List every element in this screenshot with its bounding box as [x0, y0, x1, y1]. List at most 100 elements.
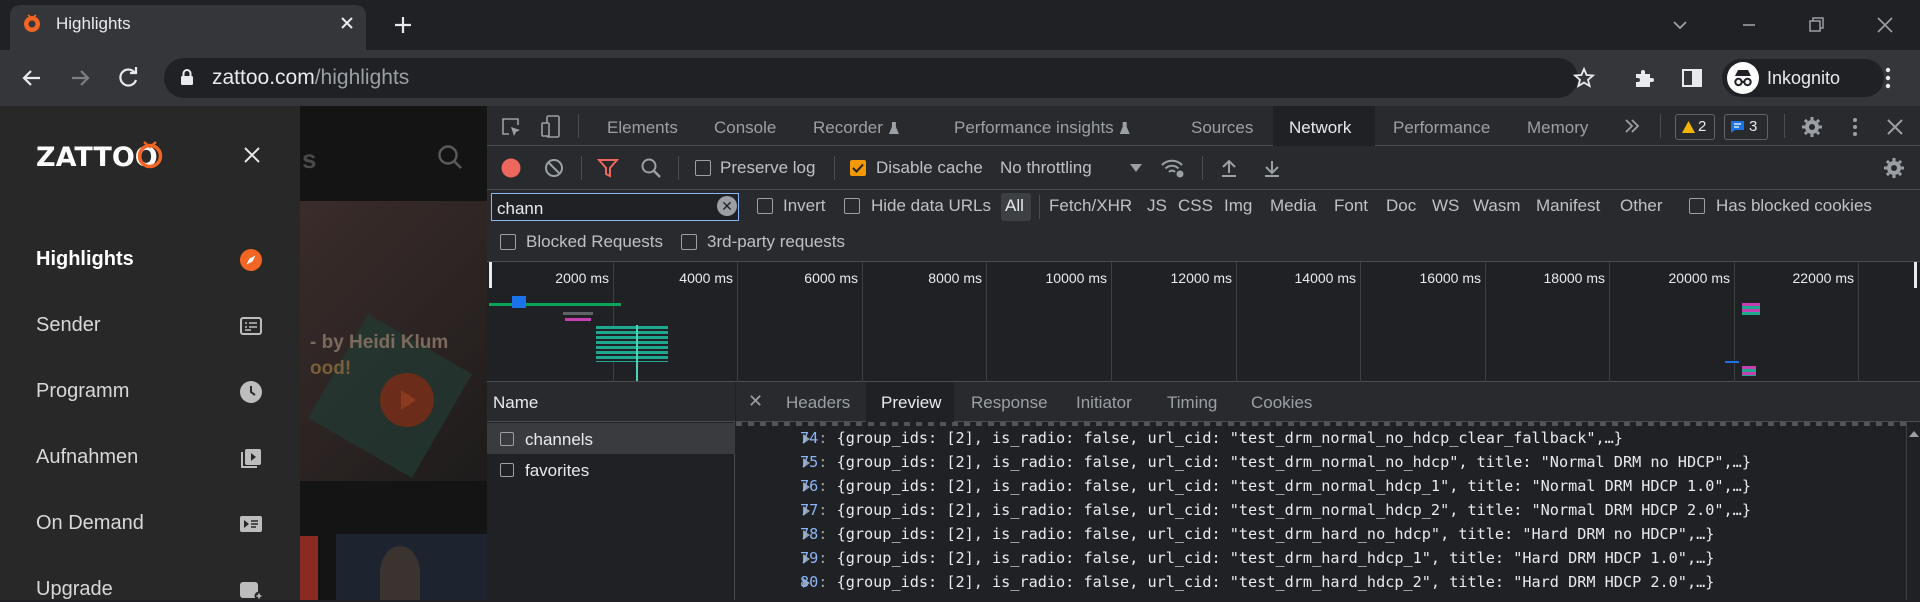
minimize-icon[interactable]	[1734, 10, 1764, 40]
new-tab-icon[interactable]	[391, 13, 415, 37]
overview-left-handle[interactable]	[489, 262, 492, 288]
experiment-flask-icon	[1119, 122, 1130, 134]
filter-type-css[interactable]: CSS	[1178, 196, 1213, 216]
dropdown-arrow-icon[interactable]	[1130, 163, 1142, 173]
request-row-channels[interactable]: channels	[525, 430, 593, 450]
hide-data-urls-checkbox[interactable]	[844, 198, 860, 214]
throttling-select[interactable]: No throttling	[1000, 158, 1092, 178]
filter-type-wasm[interactable]: Wasm	[1473, 196, 1521, 216]
messages-badge[interactable]: 3	[1724, 114, 1768, 140]
extensions-puzzle-icon[interactable]	[1632, 66, 1656, 90]
nav-item-upgrade[interactable]: Upgrade	[36, 578, 113, 601]
nav-item-aufnahmen[interactable]: Aufnahmen	[36, 446, 138, 469]
device-toolbar-icon[interactable]	[540, 114, 562, 140]
clear-icon[interactable]	[543, 157, 565, 179]
invert-checkbox[interactable]	[757, 198, 773, 214]
preview-row[interactable]: 76: {group_ids: [2], is_radio: false, ur…	[800, 477, 1751, 495]
filter-type-ws[interactable]: WS	[1432, 196, 1459, 216]
settings-gear-icon[interactable]	[1800, 115, 1824, 139]
inspect-element-icon[interactable]	[500, 116, 522, 138]
filter-type-other[interactable]: Other	[1620, 196, 1663, 216]
detail-tab-response[interactable]: Response	[971, 393, 1048, 413]
disable-cache-checkbox[interactable]	[850, 160, 866, 176]
detail-tab-preview[interactable]: Preview	[881, 393, 941, 413]
restore-icon[interactable]	[1801, 10, 1831, 40]
close-drawer-icon[interactable]	[241, 144, 263, 166]
filter-type-doc[interactable]: Doc	[1386, 196, 1416, 216]
filter-funnel-icon[interactable]	[597, 157, 619, 179]
tab-performance-insights[interactable]: Performance insights	[954, 118, 1130, 138]
detail-tab-cookies[interactable]: Cookies	[1251, 393, 1312, 413]
bookmark-star-icon[interactable]	[1572, 66, 1596, 90]
warnings-badge[interactable]: 2	[1675, 114, 1715, 140]
recordings-icon	[239, 446, 263, 470]
play-button[interactable]	[380, 373, 434, 427]
grid-line	[1609, 262, 1610, 382]
search-network-icon[interactable]	[640, 157, 662, 179]
lock-icon[interactable]	[180, 68, 194, 86]
third-party-checkbox[interactable]	[681, 234, 697, 250]
more-tabs-icon[interactable]	[1622, 116, 1642, 136]
preview-row[interactable]: 75: {group_ids: [2], is_radio: false, ur…	[800, 453, 1751, 471]
preview-row[interactable]: 74: {group_ids: [2], is_radio: false, ur…	[800, 429, 1623, 447]
preserve-log-checkbox[interactable]	[695, 160, 711, 176]
clear-filter-icon[interactable]: ✕	[717, 196, 737, 216]
filter-type-manifest[interactable]: Manifest	[1536, 196, 1600, 216]
filter-type-all[interactable]: All	[1005, 196, 1024, 216]
back-icon[interactable]	[18, 64, 46, 92]
detail-tab-initiator[interactable]: Initiator	[1076, 393, 1132, 413]
network-settings-gear-icon[interactable]	[1882, 156, 1906, 180]
tab-memory[interactable]: Memory	[1527, 118, 1588, 138]
detail-tab-timing[interactable]: Timing	[1167, 393, 1217, 413]
close-devtools-icon[interactable]	[1884, 116, 1906, 138]
tab-close-icon[interactable]	[336, 12, 358, 34]
close-detail-icon[interactable]: ✕	[748, 391, 763, 412]
export-har-icon[interactable]	[1261, 157, 1283, 179]
overview-right-handle[interactable]	[1914, 262, 1917, 288]
thumbnail[interactable]	[300, 536, 318, 600]
scroll-up-icon[interactable]	[1909, 430, 1919, 438]
nav-item-programm[interactable]: Programm	[36, 380, 129, 403]
tab-recorder[interactable]: Recorder	[813, 118, 899, 138]
tab-sources[interactable]: Sources	[1191, 118, 1253, 138]
tab-network[interactable]: Network	[1289, 118, 1351, 138]
filter-type-js[interactable]: JS	[1147, 196, 1167, 216]
nav-item-highlights[interactable]: Highlights	[36, 248, 134, 271]
preview-row[interactable]: 79: {group_ids: [2], is_radio: false, ur…	[800, 549, 1714, 567]
filter-type-font[interactable]: Font	[1334, 196, 1368, 216]
import-har-icon[interactable]	[1218, 157, 1240, 179]
tick-label: 4000 ms	[679, 270, 733, 286]
overview-activity-cluster	[1742, 303, 1760, 315]
filter-type-img[interactable]: Img	[1224, 196, 1252, 216]
nav-item-on-demand[interactable]: On Demand	[36, 512, 144, 535]
filter-type-media[interactable]: Media	[1270, 196, 1316, 216]
search-icon[interactable]	[436, 143, 464, 171]
side-panel-icon[interactable]	[1680, 66, 1704, 90]
preview-scrollbar[interactable]	[1906, 422, 1920, 600]
filter-type-fetch-xhr[interactable]: Fetch/XHR	[1049, 196, 1132, 216]
zattoo-logo[interactable]: ZATTOO	[36, 136, 188, 170]
close-window-icon[interactable]	[1870, 10, 1900, 40]
tab-console[interactable]: Console	[714, 118, 776, 138]
tab-elements[interactable]: Elements	[607, 118, 678, 138]
reload-icon[interactable]	[114, 64, 142, 92]
preview-row[interactable]: 77: {group_ids: [2], is_radio: false, ur…	[800, 501, 1751, 519]
request-row-favorites[interactable]: favorites	[525, 461, 589, 481]
devtools-menu-icon[interactable]	[1845, 115, 1865, 139]
tab-performance[interactable]: Performance	[1393, 118, 1490, 138]
has-blocked-cookies-checkbox[interactable]	[1689, 198, 1705, 214]
record-stop-icon[interactable]	[500, 157, 522, 179]
tick-label: 16000 ms	[1419, 270, 1481, 286]
forward-icon[interactable]	[66, 64, 94, 92]
preview-row[interactable]: 78: {group_ids: [2], is_radio: false, ur…	[800, 525, 1714, 543]
browser-menu-icon[interactable]	[1876, 64, 1900, 92]
url-text[interactable]: zattoo.com/highlights	[212, 66, 409, 90]
preview-row[interactable]: 80: {group_ids: [2], is_radio: false, ur…	[800, 573, 1714, 591]
name-column-header[interactable]: Name	[493, 393, 538, 413]
nav-item-sender[interactable]: Sender	[36, 314, 101, 337]
tab-search-icon[interactable]	[1665, 10, 1695, 40]
network-conditions-icon[interactable]	[1160, 156, 1186, 180]
blocked-requests-checkbox[interactable]	[500, 234, 516, 250]
overview-dom-content-loaded-line	[636, 325, 638, 381]
detail-tab-headers[interactable]: Headers	[786, 393, 850, 413]
